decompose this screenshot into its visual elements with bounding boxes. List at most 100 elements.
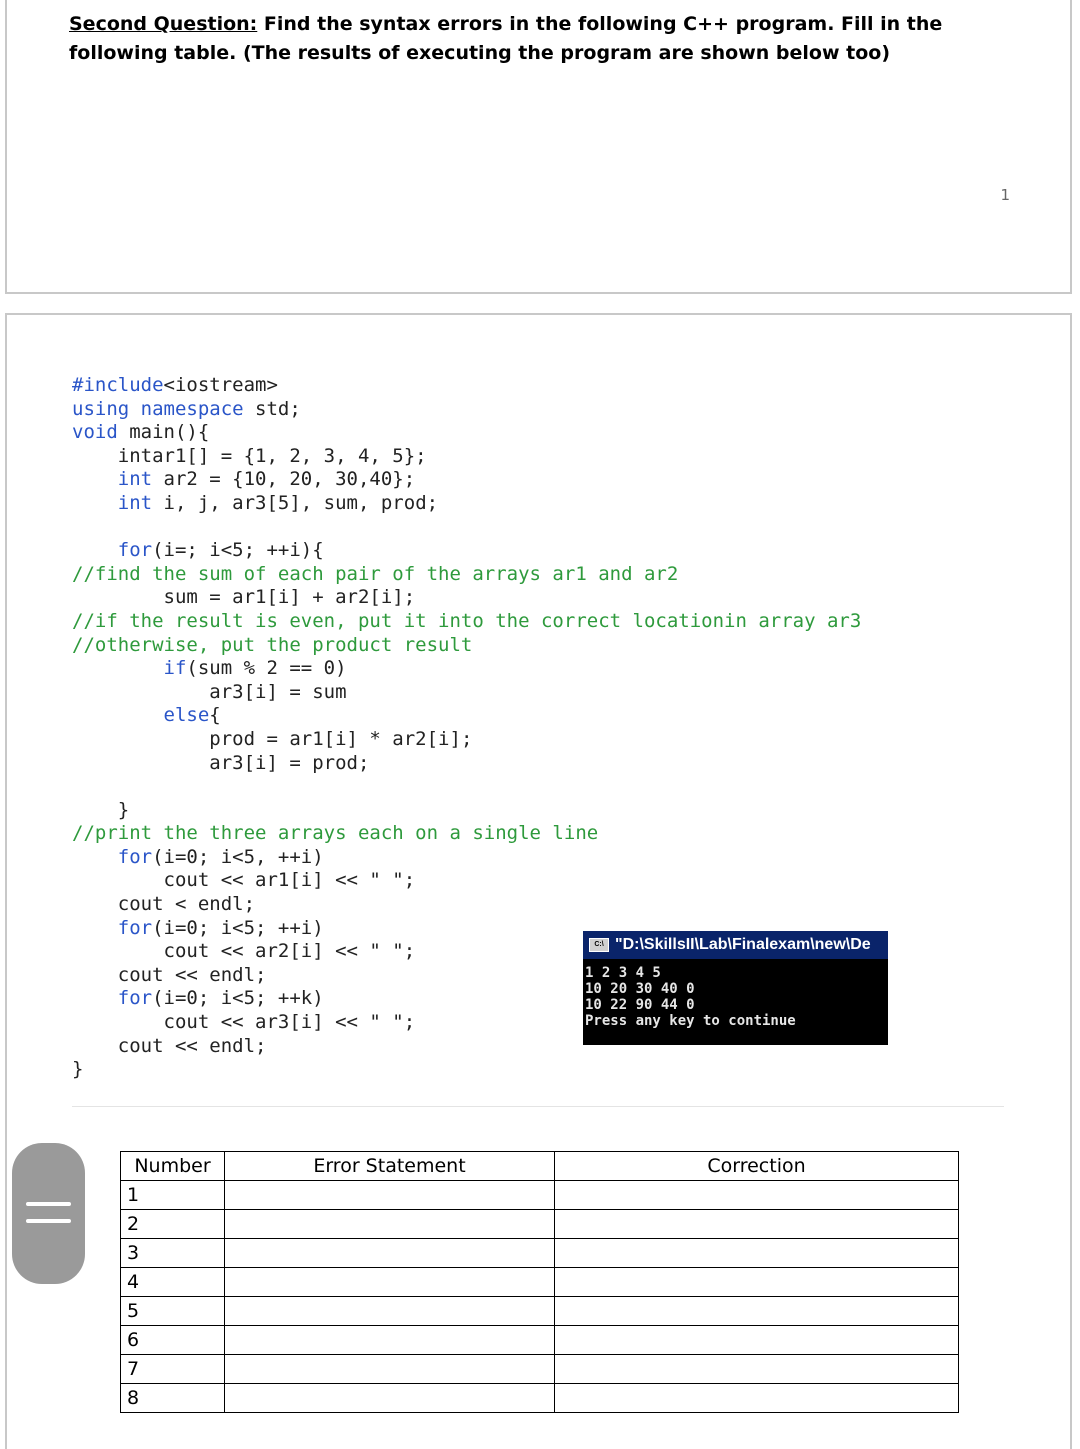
code-keyword: for: [117, 845, 153, 868]
code-line: ar3[i] = sum: [72, 680, 347, 703]
header-correction: Correction: [554, 1151, 959, 1181]
code-comment: //print the three arrays each on a singl…: [72, 822, 599, 845]
error-table: Number Error Statement Correction 123456…: [120, 1151, 959, 1413]
code-keyword: for: [117, 916, 153, 939]
code-text: intar1[] = {1, 2, 3, 4, 5};: [117, 444, 427, 467]
console-line: 1 2 3 4 5: [585, 965, 661, 981]
code-line: for(i=0; i<5; ++i): [72, 917, 324, 939]
code-text: prod = ar1[i] * ar2[i];: [209, 727, 473, 750]
code-line: if(sum % 2 == 0): [72, 657, 347, 679]
error-statement-cell[interactable]: [224, 1354, 555, 1384]
code-line: sum = ar1[i] + ar2[i];: [72, 586, 416, 608]
row-number: 2: [120, 1209, 225, 1239]
code-line: for(i=0; i<5, ++i): [72, 846, 324, 868]
row-number: 6: [120, 1325, 225, 1355]
code-text: std;: [243, 397, 301, 420]
correction-cell[interactable]: [554, 1238, 959, 1268]
error-statement-cell[interactable]: [224, 1180, 555, 1210]
console-line: 10 20 30 40 0: [585, 981, 695, 997]
console-line: 10 22 90 44 0: [585, 997, 695, 1013]
table-row: 6: [120, 1325, 959, 1355]
code-text: cout << ar3[i] << " ";: [163, 1011, 416, 1034]
error-statement-cell[interactable]: [224, 1238, 555, 1268]
code-line: void main(){: [72, 421, 209, 443]
error-statement-cell[interactable]: [224, 1296, 555, 1326]
code-line: using namespace std;: [72, 398, 301, 420]
code-keyword: else: [163, 704, 210, 727]
code-line: //if the result is even, put it into the…: [72, 610, 861, 632]
correction-cell[interactable]: [554, 1267, 959, 1297]
page-number: 1: [1000, 186, 1010, 204]
code-keyword: for: [117, 987, 153, 1010]
code-text: ar2 = {10, 20, 30,40};: [152, 468, 416, 491]
code-text: cout << ar1[i] << " ";: [163, 869, 416, 892]
table-row: 8: [120, 1383, 959, 1413]
row-number: 7: [120, 1354, 225, 1384]
row-number: 3: [120, 1238, 225, 1268]
error-statement-cell[interactable]: [224, 1325, 555, 1355]
error-statement-cell[interactable]: [224, 1267, 555, 1297]
code-keyword: #include: [72, 374, 164, 396]
row-number: 5: [120, 1296, 225, 1326]
code-text: cout << endl;: [117, 963, 267, 986]
code-text: ar3[i] = prod;: [209, 751, 370, 774]
code-keyword: using namespace: [72, 397, 244, 420]
table-row: 4: [120, 1267, 959, 1297]
code-line: //print the three arrays each on a singl…: [72, 822, 598, 844]
code-text: cout << endl;: [117, 1034, 267, 1057]
code-keyword: if: [163, 657, 187, 680]
code-text: i, j, ar3[5], sum, prod;: [152, 491, 439, 514]
correction-cell[interactable]: [554, 1209, 959, 1239]
correction-cell[interactable]: [554, 1180, 959, 1210]
correction-cell[interactable]: [554, 1296, 959, 1326]
error-statement-cell[interactable]: [224, 1209, 555, 1239]
code-line: else{: [72, 704, 221, 726]
header-error-statement: Error Statement: [224, 1151, 555, 1181]
code-line: cout << ar2[i] << " ";: [72, 940, 416, 962]
drag-handle[interactable]: [12, 1143, 85, 1284]
console-window: C:\ "D:\SkillsII\Lab\Finalexam\new\De 1 2…: [583, 931, 888, 1045]
code-comment: //find the sum of each pair of the array…: [72, 562, 679, 585]
code-text: }: [117, 798, 130, 821]
code-comment: //if the result is even, put it into the…: [72, 609, 862, 632]
correction-cell[interactable]: [554, 1354, 959, 1384]
question-text: Second Question: Find the syntax errors …: [69, 10, 1029, 68]
code-line: //otherwise, put the product result: [72, 634, 472, 656]
code-keyword: int: [117, 468, 153, 491]
console-output: 1 2 3 4 5 10 20 30 40 0 10 22 90 44 0 Press…: [585, 965, 888, 1029]
code-line: for(i=0; i<5; ++k): [72, 987, 324, 1009]
code-text: (i=0; i<5; ++i): [152, 916, 324, 939]
correction-cell[interactable]: [554, 1325, 959, 1355]
code-line: prod = ar1[i] * ar2[i];: [72, 728, 472, 750]
console-title-bar: C:\ "D:\SkillsII\Lab\Finalexam\new\De: [583, 931, 888, 959]
console-line: Press any key to continue: [585, 1013, 796, 1029]
code-line: //find the sum of each pair of the array…: [72, 563, 678, 585]
code-keyword: for: [117, 539, 153, 562]
code-line: ar3[i] = prod;: [72, 752, 369, 774]
code-text: (sum % 2 == 0): [186, 657, 347, 680]
console-title: "D:\SkillsII\Lab\Finalexam\new\De: [615, 936, 871, 953]
code-line: cout << ar3[i] << " ";: [72, 1011, 416, 1034]
code-text: {: [209, 704, 221, 727]
code-line: int ar2 = {10, 20, 30,40};: [72, 468, 415, 490]
code-text: ar3[i] = sum: [209, 680, 347, 703]
table-row: 2: [120, 1209, 959, 1239]
code-text: (i=0; i<5, ++i): [152, 845, 324, 868]
code-line: for(i=; i<5; ++i){: [72, 539, 324, 561]
code-line: #include<iostream>: [72, 374, 278, 396]
code-line: }: [72, 799, 129, 821]
table-row: 3: [120, 1238, 959, 1268]
row-number: 8: [120, 1383, 225, 1413]
row-number: 1: [120, 1180, 225, 1210]
row-number: 4: [120, 1267, 225, 1297]
code-text: <iostream>: [163, 374, 278, 396]
error-statement-cell[interactable]: [224, 1383, 555, 1413]
code-text: }: [72, 1058, 84, 1081]
correction-cell[interactable]: [554, 1383, 959, 1413]
question-label: Second Question:: [69, 13, 258, 35]
code-text: main(){: [117, 421, 210, 444]
code-comment: //otherwise, put the product result: [72, 633, 473, 656]
question-panel: Second Question: Find the syntax errors …: [5, 0, 1072, 294]
code-line: int i, j, ar3[5], sum, prod;: [72, 492, 438, 514]
handle-grip-line: [26, 1202, 71, 1206]
